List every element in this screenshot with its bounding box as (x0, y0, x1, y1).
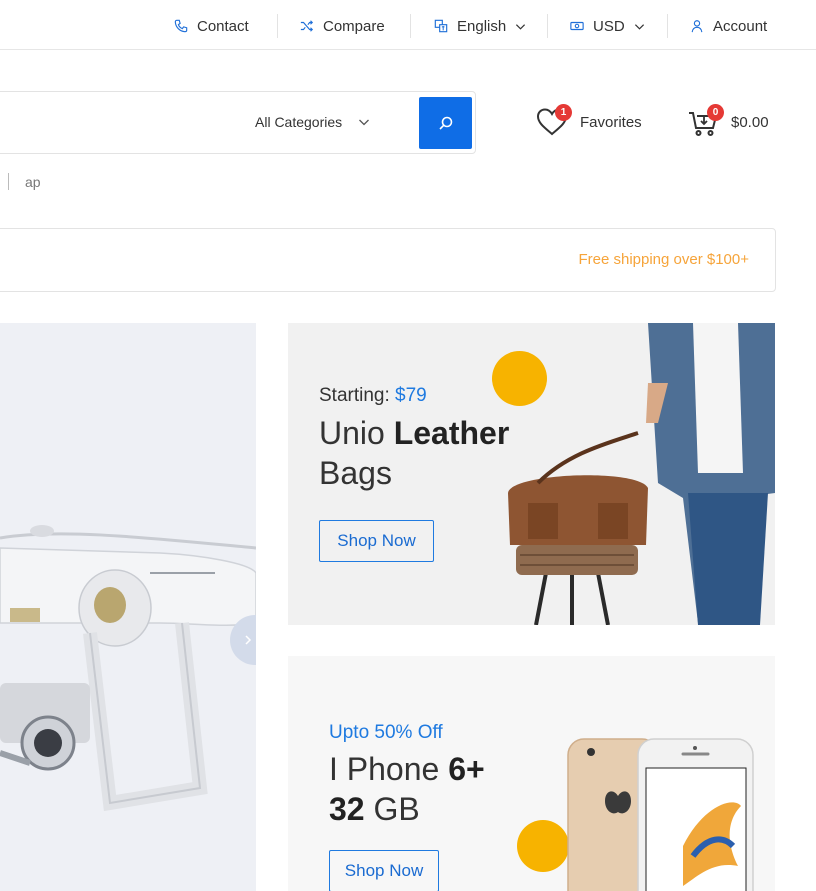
divider (547, 14, 548, 38)
navigation-bar: Free shipping over $100+ (0, 228, 776, 292)
title-light: I Phone (329, 751, 449, 787)
chevron-down-icon (516, 23, 526, 30)
decorative-dot (517, 820, 569, 872)
recent-search-item[interactable]: ap (25, 174, 41, 190)
account-label: Account (713, 17, 768, 35)
shop-now-button[interactable]: Shop Now (329, 850, 439, 891)
currency-label: USD (593, 17, 625, 35)
title-bold: 6+ (448, 751, 485, 787)
promo-label: Upto 50% Off (329, 722, 443, 743)
cart-total: $0.00 (731, 113, 769, 131)
banner-title: Unio Leather Bags (319, 413, 509, 493)
translate-icon (434, 19, 448, 33)
divider (667, 14, 668, 38)
iphone-image (567, 738, 754, 891)
favorites-count-badge: 1 (555, 104, 572, 121)
contact-label: Contact (197, 17, 249, 35)
title-bold: Leather (393, 415, 510, 451)
price: $79 (395, 385, 427, 406)
banner-leather-bags: Starting: $79 Unio Leather Bags Shop Now (288, 323, 775, 625)
contact-link[interactable]: Contact (174, 16, 249, 36)
compare-label: Compare (323, 17, 385, 35)
starting-label: Starting: (319, 385, 396, 406)
chevron-right-icon (245, 635, 252, 645)
title-line2-bold: 32 (329, 791, 365, 827)
currency-selector[interactable]: USD (570, 16, 645, 36)
top-bar: Contact Compare English USD Account (0, 0, 816, 50)
cart-icon-wrap: 0 (688, 104, 724, 138)
drone-image (0, 525, 256, 812)
search-bar: All Categories (0, 91, 476, 154)
category-select[interactable]: All Categories (255, 114, 370, 130)
recent-searches: ap (8, 173, 41, 190)
chevron-down-icon (359, 119, 370, 126)
banner-title: I Phone 6+ 32 GB (329, 749, 485, 829)
title-light: Unio (319, 415, 394, 451)
compare-link[interactable]: Compare (300, 16, 385, 36)
user-icon (691, 20, 703, 33)
search-icon (438, 116, 452, 130)
cart-count-badge: 0 (707, 104, 724, 121)
language-label: English (457, 17, 507, 35)
search-button[interactable] (419, 97, 472, 149)
search-input[interactable] (5, 104, 205, 142)
account-link[interactable]: Account (690, 16, 767, 36)
banner-starting-price: Starting: $79 (319, 385, 427, 407)
title-line2: Bags (319, 455, 392, 491)
shuffle-icon (300, 20, 314, 32)
hero-slider (0, 323, 256, 891)
phone-icon (174, 19, 188, 33)
chevron-down-icon (634, 23, 644, 30)
cart-button[interactable]: 0 $0.00 (688, 104, 769, 138)
language-selector[interactable]: English (434, 16, 526, 36)
divider (277, 14, 278, 38)
divider (410, 14, 411, 38)
favorites-icon-wrap: 1 (536, 104, 572, 138)
money-icon (570, 21, 584, 31)
divider (8, 173, 9, 190)
title-line2-light: GB (364, 791, 420, 827)
favorites-label: Favorites (580, 113, 642, 131)
favorites-button[interactable]: 1 Favorites (536, 104, 642, 138)
banner-iphone: Upto 50% Off I Phone 6+ 32 GB Shop Now (288, 656, 775, 891)
free-shipping-note: Free shipping over $100+ (578, 251, 749, 268)
category-label: All Categories (255, 114, 343, 130)
shop-now-button[interactable]: Shop Now (319, 520, 434, 562)
leather-bag-model-image (508, 323, 775, 625)
